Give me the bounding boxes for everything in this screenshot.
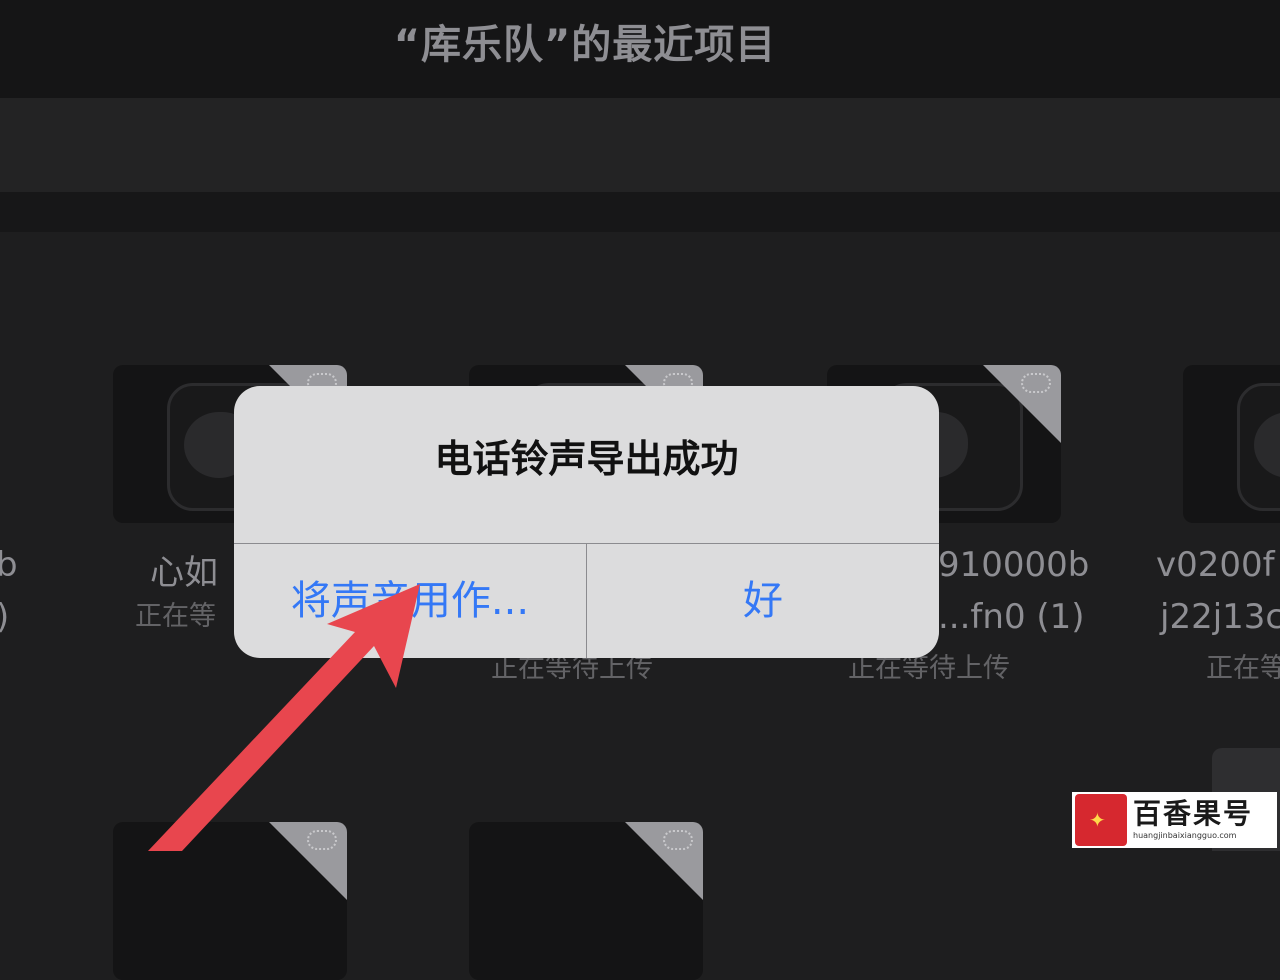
baixiangguo-logo-icon: ✦ (1075, 794, 1127, 846)
annotation-arrow (148, 584, 420, 851)
watermark-name: 百香果号 (1133, 797, 1254, 830)
watermark: ✦ 百香果号 huangjinbaixiangguo.com (1072, 792, 1277, 848)
watermark-url: huangjinbaixiangguo.com (1133, 831, 1237, 840)
arrow-shape (148, 584, 420, 851)
